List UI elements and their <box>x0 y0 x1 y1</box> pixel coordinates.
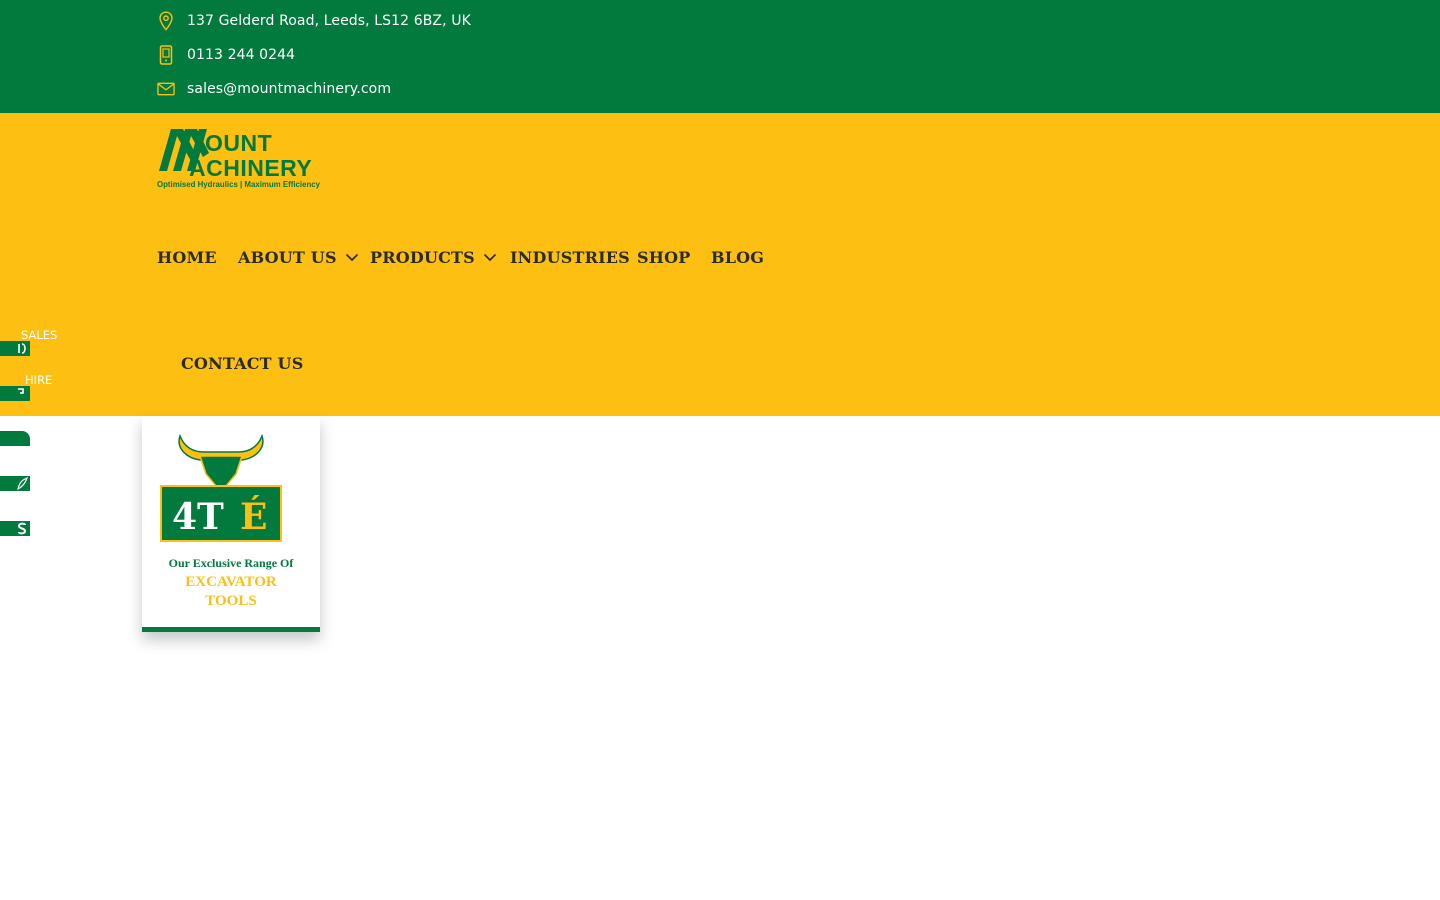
nav-item-label: SHOP <box>637 247 691 267</box>
nav-item-contact-us[interactable]: CONTACT US <box>181 352 303 374</box>
address-link[interactable]: 137 Gelderd Road, Leeds, LS12 6BZ, UK <box>157 9 471 33</box>
chevron-down-icon <box>483 250 497 264</box>
side-tab-support[interactable] <box>0 521 30 536</box>
nav-item-blog[interactable]: BLOG <box>711 246 764 268</box>
logo-brand-bottom: ACHINERY <box>189 155 312 181</box>
side-tab-label: SALES <box>21 328 58 342</box>
logo-brand-top: OUNT <box>205 130 272 156</box>
email-text: sales@mountmachinery.com <box>187 81 392 97</box>
site-logo[interactable]: OUNT ACHINERY Optimised Hydraulics | Max… <box>157 127 322 191</box>
side-tab-sustainability[interactable] <box>0 476 30 491</box>
side-tab-sales[interactable] <box>0 341 30 356</box>
nav-item-label: ABOUT US <box>238 247 337 267</box>
nav-item-label: PRODUCTS <box>370 247 475 267</box>
top-contact-bar: 137 Gelderd Road, Leeds, LS12 6BZ, UK 01… <box>0 0 1440 113</box>
nav-item-products[interactable]: PRODUCTS <box>370 246 497 268</box>
email-link[interactable]: sales@mountmachinery.com <box>157 77 391 101</box>
side-tab-label: HIRE <box>25 373 53 387</box>
dropdown-caption: Our Exclusive Range Of <box>168 556 294 570</box>
badge-text-yellow: É <box>240 496 267 538</box>
nav-item-label: CONTACT US <box>181 353 304 373</box>
address-text: 137 Gelderd Road, Leeds, LS12 6BZ, UK <box>187 13 471 29</box>
location-pin-icon <box>157 11 175 31</box>
nav-item-about-us[interactable]: ABOUT US <box>238 246 359 268</box>
side-tab-servicing[interactable] <box>0 431 30 446</box>
servicing-icon <box>19 435 25 441</box>
wrench-icon <box>18 388 24 394</box>
sales-icon <box>18 343 26 354</box>
nav-item-home[interactable]: HOME <box>157 246 217 268</box>
nav-item-shop[interactable]: SHOP <box>637 246 690 268</box>
phone-link[interactable]: 0113 244 0244 <box>157 43 295 67</box>
phone-text: 0113 244 0244 <box>187 47 296 63</box>
support-icon <box>17 522 27 535</box>
dropdown-heading: EXCAVATOR TOOLS <box>185 574 277 609</box>
leaf-icon <box>17 476 28 491</box>
products-dropdown-card[interactable]: 4T É Our Exclusive Range Of EXCAVATOR TO… <box>142 416 320 632</box>
nav-item-label: INDUSTRIES <box>510 247 630 267</box>
envelope-icon <box>157 79 175 99</box>
mobile-phone-icon <box>157 45 175 65</box>
logo-tagline: Optimised Hydraulics | Maximum Efficienc… <box>157 180 321 189</box>
badge-text-white: 4T <box>172 496 224 538</box>
nav-item-label: BLOG <box>711 247 765 267</box>
nav-item-industries[interactable]: INDUSTRIES <box>510 246 630 268</box>
4te-bull-logo: 4T É <box>160 434 282 542</box>
side-tab-label: VICING <box>20 418 61 432</box>
chevron-down-icon <box>345 250 359 264</box>
side-tab-hire[interactable] <box>0 386 30 401</box>
nav-item-label: HOME <box>157 247 217 267</box>
